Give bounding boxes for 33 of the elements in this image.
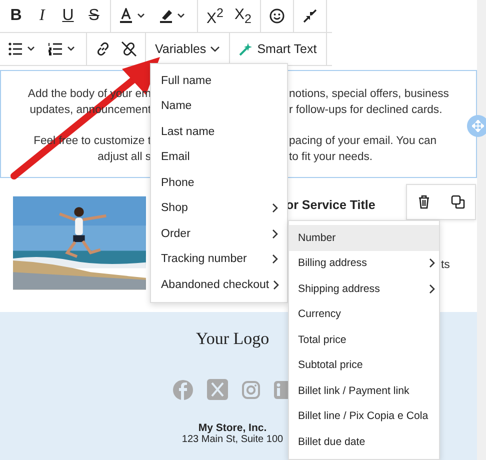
product-text: ts	[440, 259, 450, 271]
format-button[interactable]: U	[55, 1, 81, 31]
menu-item[interactable]: Currency	[289, 302, 439, 327]
smart-text-button[interactable]: Smart Text	[233, 34, 323, 64]
format-button[interactable]: B	[3, 1, 29, 31]
body-text: r follow-ups for declined cards.	[289, 103, 442, 118]
menu-item[interactable]: Abandoned checkout	[151, 272, 287, 298]
body-text: pacing of your email. You can	[289, 134, 437, 149]
menu-item[interactable]: Last name	[151, 119, 287, 144]
company-name: My Store, Inc.	[198, 422, 267, 434]
menu-item[interactable]: Full name	[151, 68, 287, 94]
script-button[interactable]: X$^{2}$	[201, 1, 229, 31]
logo-text: Your Logo	[196, 329, 270, 349]
menu-item[interactable]: Billet link / Payment link	[289, 378, 439, 404]
menu-item[interactable]: Number	[289, 225, 439, 250]
menu-item[interactable]: Billet line / Pix Copia e Cola	[289, 404, 439, 429]
format-button[interactable]: S	[81, 1, 107, 31]
menu-item[interactable]: Subtotal price	[289, 352, 439, 378]
menu-item[interactable]: Name	[151, 94, 287, 119]
menu-item[interactable]: Shipping address	[289, 276, 439, 302]
menu-item[interactable]: Tracking number	[151, 246, 287, 272]
menu-item[interactable]: Total price	[289, 327, 439, 352]
menu-item[interactable]: Billet due date	[289, 429, 439, 454]
menu-item[interactable]: Order	[151, 221, 287, 246]
format-button[interactable]: I	[29, 1, 55, 31]
menu-item[interactable]: Email	[151, 144, 287, 170]
menu-item[interactable]: Shop	[151, 196, 287, 221]
address-text: 123 Main St, Suite 100	[182, 434, 284, 445]
script-button[interactable]: X$_{2}$	[229, 1, 257, 31]
menu-item[interactable]: Billing address	[289, 250, 439, 276]
menu-item[interactable]: Phone	[151, 170, 287, 196]
body-text: notions, special offers, business	[289, 87, 449, 102]
body-text: to fit your needs.	[289, 150, 373, 165]
